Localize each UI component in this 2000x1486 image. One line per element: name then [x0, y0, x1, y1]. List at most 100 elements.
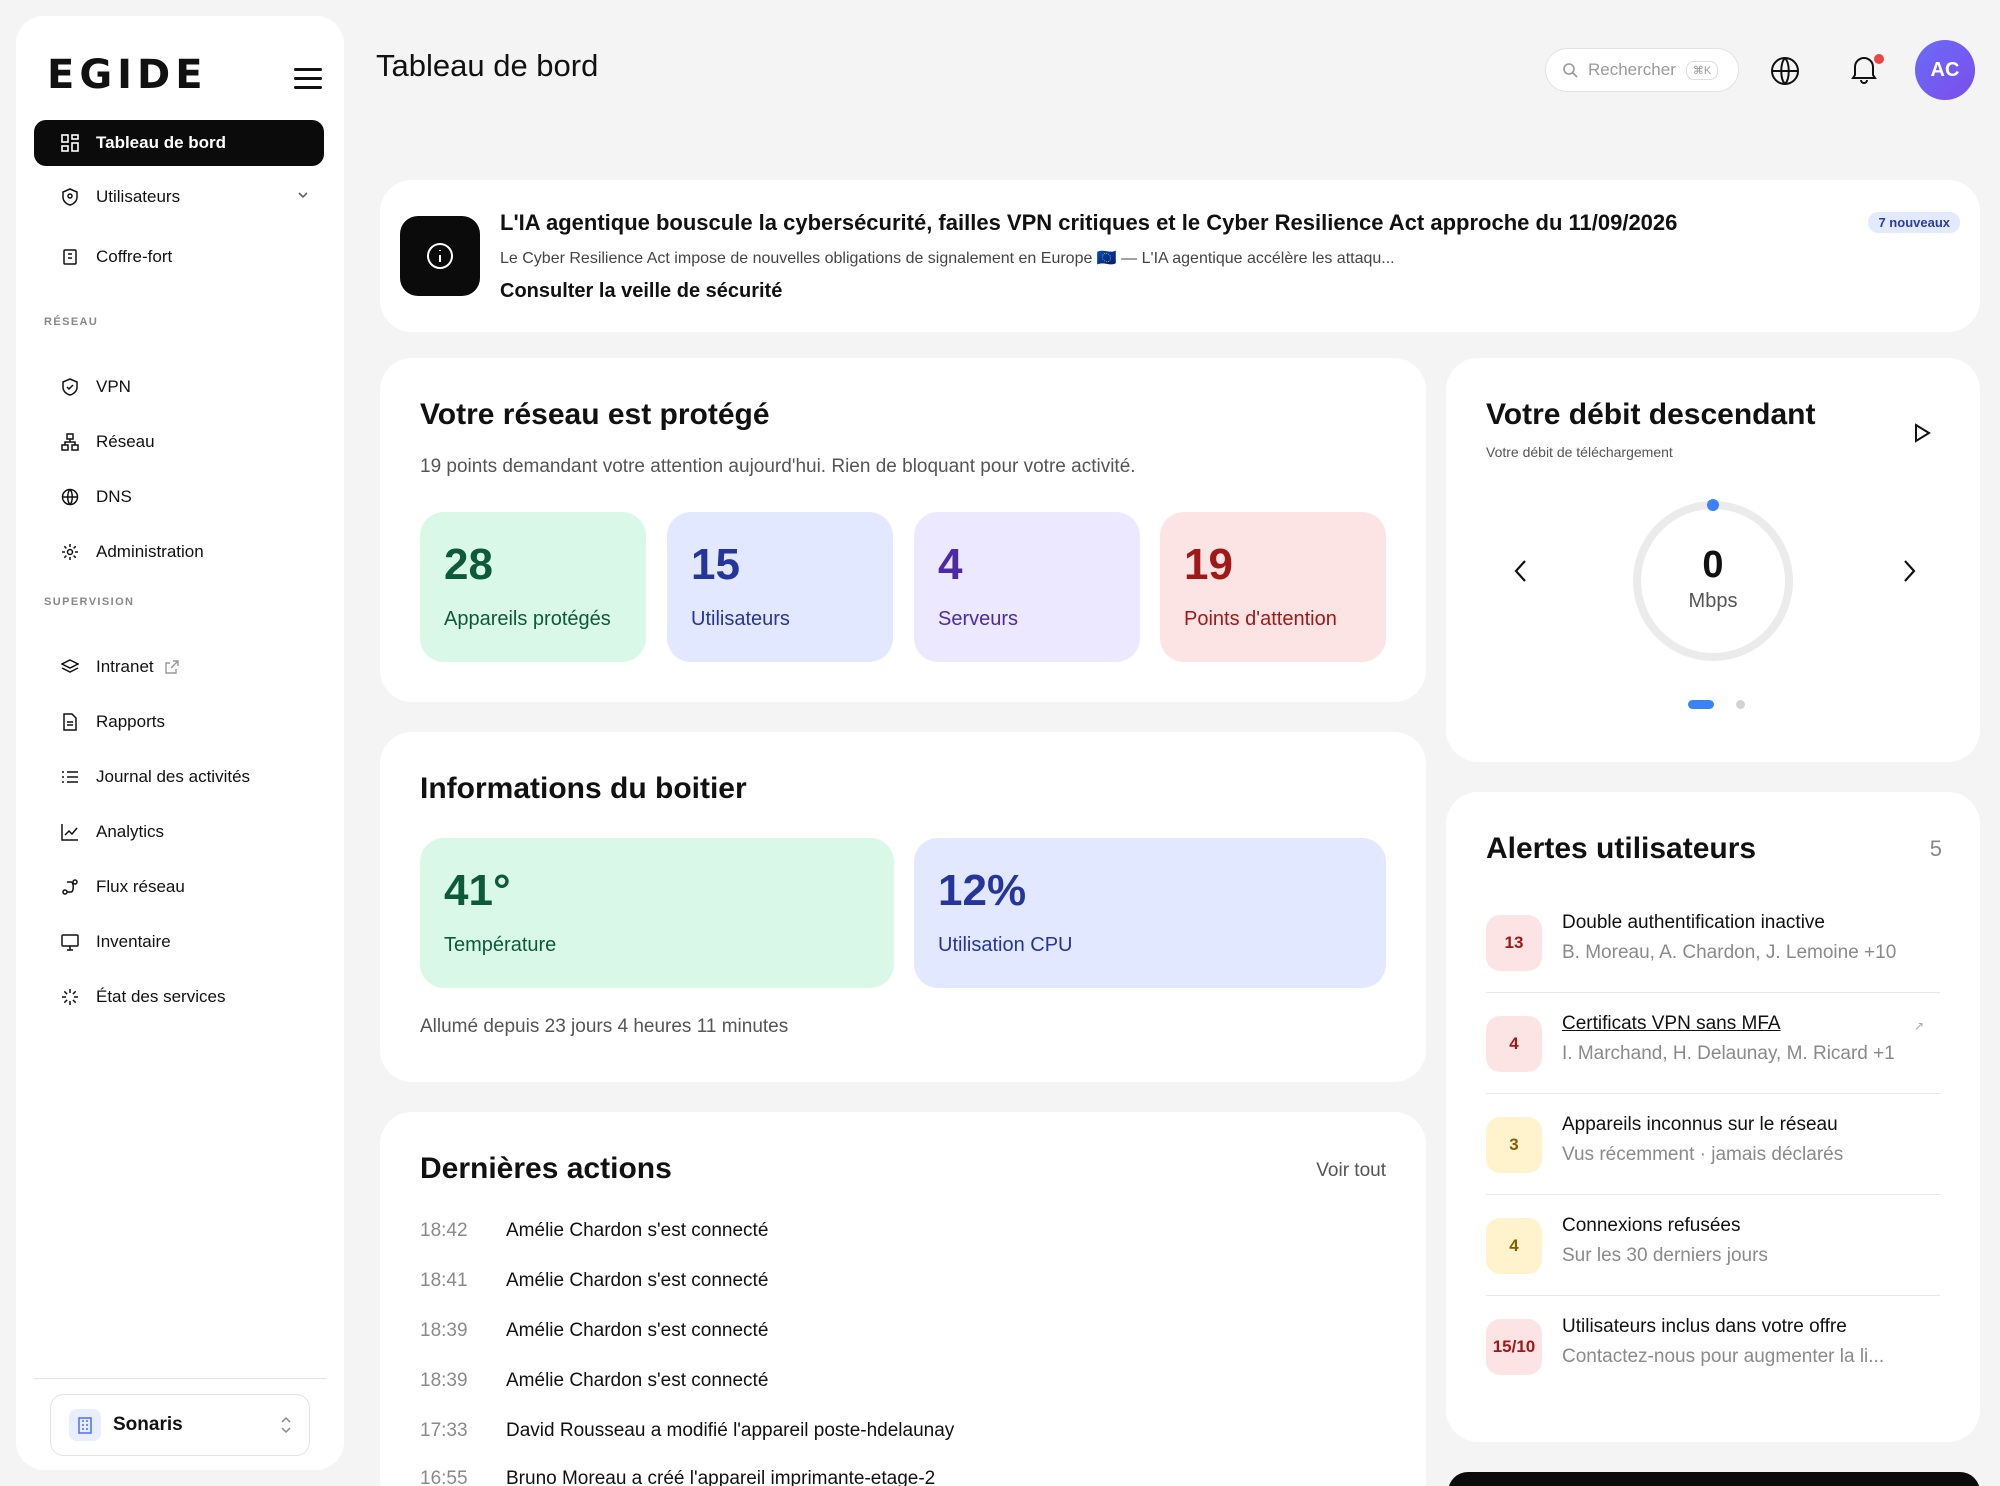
alert-badge: 4: [1486, 1016, 1542, 1072]
network-icon: [60, 432, 80, 452]
alert-badge: 13: [1486, 915, 1542, 971]
action-row: 18:41 Amélie Chardon s'est connecté: [420, 1270, 768, 1292]
alerts-title: Alertes utilisateurs: [1486, 832, 1757, 865]
play-icon[interactable]: [1912, 422, 1932, 449]
stat-label: Utilisation CPU: [938, 934, 1073, 956]
alert-badge: 3: [1486, 1117, 1542, 1173]
sidebar-item-intranet[interactable]: Intranet: [34, 644, 324, 690]
alert-item[interactable]: 4 Connexions refusées Sur les 30 dernier…: [1486, 1195, 1940, 1296]
arrow-up-right-icon: ↗: [1913, 1019, 1924, 1033]
news-link[interactable]: Consulter la veille de sécurité: [500, 280, 782, 303]
action-time: 17:33: [420, 1420, 468, 1441]
see-all-link[interactable]: Voir tout: [1316, 1160, 1386, 1182]
alert-item[interactable]: 15/10 Utilisateurs inclus dans votre off…: [1486, 1296, 1940, 1397]
sidebar-item-label: État des services: [96, 987, 226, 1006]
sidebar-item-label: Analytics: [96, 822, 165, 841]
security-news-card[interactable]: L'IA agentique bouscule la cybersécurité…: [380, 180, 1980, 332]
stat-value: 12%: [938, 866, 1027, 915]
sidebar-item-activity-log[interactable]: Journal des activités: [34, 754, 324, 800]
search-shortcut: ⌘K: [1685, 60, 1719, 80]
sidebar-item-vault[interactable]: Coffre-fort: [34, 234, 324, 280]
action-text: David Rousseau a modifié l'appareil post…: [506, 1420, 955, 1441]
sidebar-item-administration[interactable]: Administration: [34, 529, 324, 575]
news-title: L'IA agentique bouscule la cybersécurité…: [500, 210, 1678, 235]
search-input[interactable]: Rechercher ⌘K: [1545, 48, 1739, 92]
sidebar-item-label: Inventaire: [96, 932, 171, 951]
action-time: 18:39: [420, 1370, 468, 1391]
menu-toggle-icon[interactable]: [294, 68, 322, 90]
flow-icon: [60, 877, 80, 897]
carousel-dot[interactable]: [1736, 700, 1745, 709]
alert-title: Double authentification inactive: [1562, 912, 1826, 933]
sidebar-item-users[interactable]: Utilisateurs: [34, 174, 324, 220]
sidebar-item-label: Administration: [96, 542, 204, 561]
document-icon: [60, 712, 80, 732]
sidebar-item-label: Tableau de bord: [96, 133, 227, 152]
stat-protected-devices[interactable]: 28 Appareils protégés: [420, 512, 646, 662]
alert-subtitle: Sur les 30 derniers jours: [1562, 1245, 1768, 1266]
stat-value: 41°: [444, 866, 511, 915]
carousel-dot-active[interactable]: [1688, 700, 1714, 709]
network-title: Votre réseau est protégé: [420, 398, 770, 431]
sidebar-item-label: Rapports: [96, 712, 165, 731]
stat-value: 19: [1184, 540, 1233, 589]
info-icon: [400, 216, 480, 296]
box-info-card: Informations du boitier 41° Température …: [380, 732, 1426, 1082]
alert-badge: 15/10: [1486, 1319, 1542, 1375]
alert-title: Utilisateurs inclus dans votre offre: [1562, 1316, 1847, 1337]
sidebar-item-reports[interactable]: Rapports: [34, 699, 324, 745]
alert-title[interactable]: Certificats VPN sans MFA: [1562, 1013, 1781, 1035]
action-text: Amélie Chardon s'est connecté: [506, 1270, 769, 1291]
uptime-text: Allumé depuis 23 jours 4 heures 11 minut…: [420, 1016, 789, 1037]
sidebar-item-network[interactable]: Réseau: [34, 419, 324, 465]
network-status-card: Votre réseau est protégé 19 points deman…: [380, 358, 1426, 702]
alert-item[interactable]: 13 Double authentification inactive B. M…: [1486, 892, 1940, 993]
action-text: Amélie Chardon s'est connecté: [506, 1370, 769, 1391]
sidebar-item-vpn[interactable]: VPN: [34, 364, 324, 410]
sidebar-item-inventory[interactable]: Inventaire: [34, 919, 324, 965]
organization-select[interactable]: Sonaris: [50, 1394, 310, 1456]
logo[interactable]: EGIDE: [47, 52, 208, 98]
language-globe-icon[interactable]: [1770, 56, 1800, 91]
gear-icon: [60, 542, 80, 562]
stat-label: Température: [444, 934, 557, 956]
chevron-up-down-icon: [279, 1415, 293, 1441]
action-time: 18:41: [420, 1270, 468, 1291]
sidebar-item-label: Flux réseau: [96, 877, 185, 896]
stat-label: Appareils protégés: [444, 608, 611, 630]
list-icon: [60, 767, 80, 787]
speed-unit: Mbps: [1688, 590, 1738, 612]
debit-title: Votre débit descendant: [1486, 398, 1816, 431]
section-label-reseau: RÉSEAU: [44, 316, 99, 328]
news-subtitle: Le Cyber Resilience Act impose de nouvel…: [500, 250, 1395, 267]
loader-icon: [60, 987, 80, 1007]
sidebar: EGIDE Tableau de bord Utilisateurs Coffr…: [16, 16, 344, 1470]
monitor-icon: [60, 932, 80, 952]
stat-users[interactable]: 15 Utilisateurs: [667, 512, 893, 662]
alert-title: Connexions refusées: [1562, 1215, 1741, 1236]
action-time: 18:42: [420, 1220, 468, 1241]
sidebar-item-label: Intranet: [96, 657, 154, 676]
speed-value: 0: [1702, 544, 1724, 586]
alert-item[interactable]: 4 Certificats VPN sans MFA I. Marchand, …: [1486, 993, 1940, 1094]
avatar[interactable]: AC: [1915, 40, 1975, 100]
sidebar-item-service-status[interactable]: État des services: [34, 974, 324, 1020]
alert-subtitle: Contactez-nous pour augmenter la li...: [1562, 1346, 1885, 1367]
sidebar-item-analytics[interactable]: Analytics: [34, 809, 324, 855]
shield-icon: [60, 377, 80, 397]
alert-item[interactable]: 3 Appareils inconnus sur le réseau Vus r…: [1486, 1094, 1940, 1195]
chart-line-icon: [60, 822, 80, 842]
sidebar-item-label: Journal des activités: [96, 767, 251, 786]
stat-attention-points[interactable]: 19 Points d'attention: [1160, 512, 1386, 662]
stat-servers[interactable]: 4 Serveurs: [914, 512, 1140, 662]
sidebar-item-dashboard[interactable]: Tableau de bord: [34, 120, 324, 166]
alert-subtitle: B. Moreau, A. Chardon, J. Lemoine +10: [1562, 942, 1897, 963]
alerts-count: 5: [1929, 836, 1942, 861]
sidebar-item-network-flow[interactable]: Flux réseau: [34, 864, 324, 910]
sidebar-divider: [34, 1378, 326, 1379]
stat-value: 4: [938, 540, 963, 589]
dashboard-icon: [60, 133, 80, 153]
sidebar-item-label: VPN: [96, 377, 131, 396]
chevron-down-icon[interactable]: [296, 187, 310, 207]
sidebar-item-dns[interactable]: DNS: [34, 474, 324, 520]
